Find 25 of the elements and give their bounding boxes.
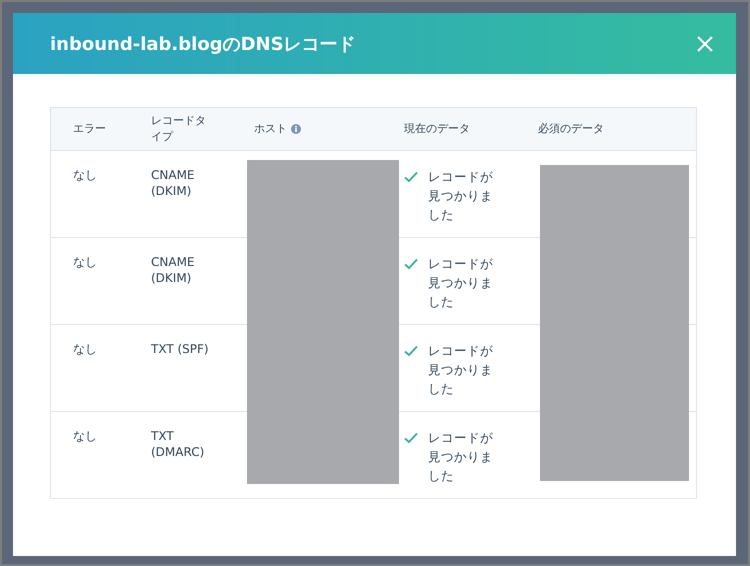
status-text: レコードが見つかりました	[428, 255, 493, 311]
column-header: 現在のデータ	[404, 121, 470, 137]
record-type-cell-text: CNAME (DKIM)	[151, 254, 196, 286]
check-icon	[404, 171, 418, 183]
status-text: レコードが見つかりました	[428, 342, 493, 398]
record-type-cell-text: CNAME (DKIM)	[151, 167, 196, 199]
check-icon	[404, 258, 418, 270]
record-type-cell-text: TXT (DMARC)	[151, 428, 206, 460]
check-icon	[404, 432, 418, 444]
column-header: レコードタイプ	[151, 113, 207, 145]
info-icon[interactable]	[291, 124, 301, 134]
error-cell: なし	[73, 342, 97, 356]
record-type-cell-text: TXT (SPF)	[151, 341, 210, 357]
close-icon	[696, 34, 714, 52]
column-header: エラー	[73, 121, 106, 137]
error-cell: なし	[73, 168, 97, 182]
close-button[interactable]	[696, 34, 714, 52]
status-text: レコードが見つかりました	[428, 168, 493, 224]
check-icon	[404, 345, 418, 357]
column-header: 必須のデータ	[538, 121, 604, 137]
error-cell: なし	[73, 255, 97, 269]
column-header: ホスト	[254, 121, 287, 137]
status-text: レコードが見つかりました	[428, 429, 493, 485]
dialog-title: inbound-lab.blogのDNSレコード	[50, 32, 356, 56]
error-cell: なし	[73, 429, 97, 443]
